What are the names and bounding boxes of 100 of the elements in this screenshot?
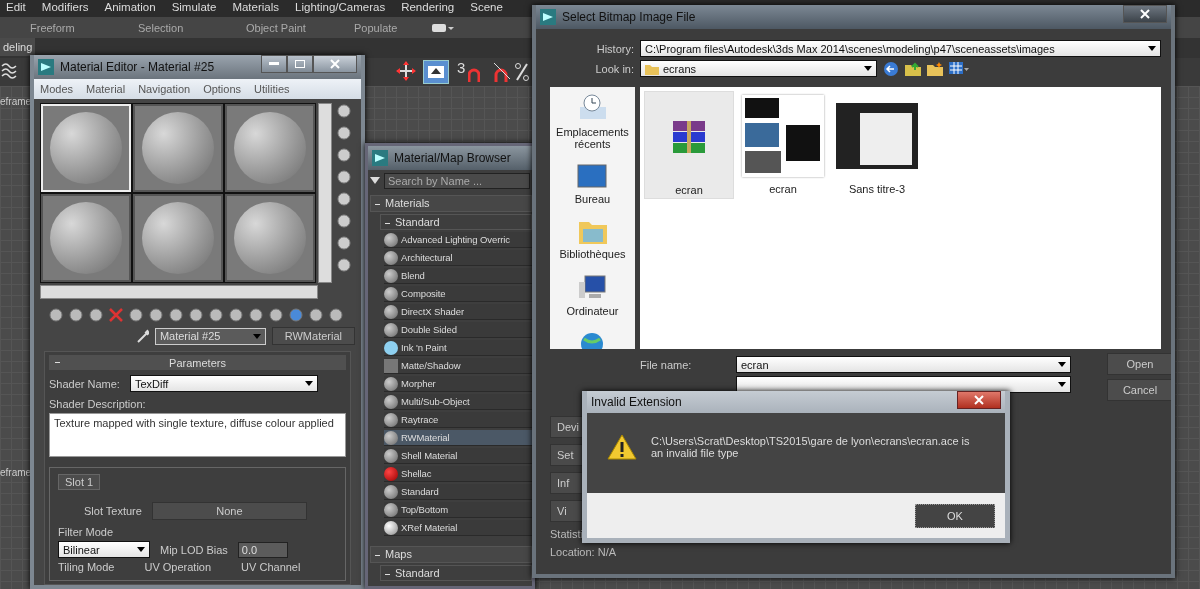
- material-name-field[interactable]: Material #25: [154, 327, 266, 345]
- material-list-item[interactable]: Ink 'n Paint: [384, 340, 532, 356]
- menu-item[interactable]: Utilities: [254, 83, 290, 95]
- menu-item[interactable]: Rendering: [401, 0, 455, 17]
- menu-item[interactable]: Lighting/Cameras: [295, 0, 386, 17]
- menu-item[interactable]: Scene: [470, 0, 503, 17]
- sphere-icon[interactable]: [288, 307, 304, 323]
- material-list-item[interactable]: Advanced Lighting Overric: [384, 232, 532, 248]
- close-button[interactable]: [957, 391, 1001, 409]
- menu-item[interactable]: Modifiers: [41, 0, 89, 17]
- material-list-item[interactable]: XRef Material: [384, 520, 532, 536]
- menu-item[interactable]: Options: [203, 83, 242, 95]
- material-list-item[interactable]: Standard: [384, 484, 532, 500]
- subgroup-header[interactable]: Standard: [380, 214, 532, 230]
- menu-item[interactable]: Edit: [6, 0, 26, 17]
- material-list-item[interactable]: Double Sided: [384, 322, 532, 338]
- rollout-header[interactable]: Parameters: [49, 355, 346, 370]
- folder-up-icon[interactable]: [905, 60, 921, 77]
- sphere-icon[interactable]: [336, 147, 352, 163]
- ribbon-tab[interactable]: Freeform: [30, 21, 138, 34]
- ribbon-tab[interactable]: Populate: [354, 21, 462, 34]
- material-list-item[interactable]: Top/Bottom: [384, 502, 532, 518]
- material-list-item[interactable]: Shell Material: [384, 448, 532, 464]
- mip-lod-bias-field[interactable]: 0.0: [237, 541, 288, 558]
- sphere-icon[interactable]: [248, 307, 264, 323]
- material-type-button[interactable]: RWMaterial: [271, 327, 355, 345]
- material-list-item[interactable]: Composite: [384, 286, 532, 302]
- network-icon[interactable]: [579, 331, 606, 349]
- sphere-icon[interactable]: [168, 307, 184, 323]
- sphere-icon[interactable]: [268, 307, 284, 323]
- file-name-field[interactable]: ecran: [736, 356, 1071, 373]
- material-list-item[interactable]: Blend: [384, 268, 532, 284]
- ribbon-tab[interactable]: Selection: [138, 21, 246, 34]
- shader-description-field[interactable]: Texture mapped with single texture, diffuse colour applied: [49, 413, 346, 457]
- ok-button[interactable]: OK: [915, 503, 995, 528]
- material-list-item[interactable]: Multi/Sub-Object: [384, 394, 532, 410]
- sphere-icon[interactable]: [336, 125, 352, 141]
- dropdown-icon[interactable]: [432, 22, 454, 33]
- menu-item[interactable]: Animation: [104, 0, 156, 17]
- view-menu-icon[interactable]: [949, 61, 969, 76]
- percent-icon[interactable]: [514, 60, 530, 84]
- sphere-icon[interactable]: [228, 307, 244, 323]
- cancel-button[interactable]: Cancel: [1107, 379, 1171, 401]
- file-type-select[interactable]: [736, 376, 1071, 393]
- subgroup-header[interactable]: Standard: [380, 565, 532, 581]
- sphere-icon[interactable]: [148, 307, 164, 323]
- search-field[interactable]: Search by Name ...: [384, 173, 530, 189]
- sphere-icon[interactable]: [336, 213, 352, 229]
- menu-item[interactable]: Navigation: [138, 83, 191, 95]
- material-list-item[interactable]: RWMaterial: [384, 430, 532, 446]
- sphere-icon[interactable]: [188, 307, 204, 323]
- dropdown-icon[interactable]: [370, 177, 380, 185]
- sphere-icon[interactable]: [308, 307, 324, 323]
- scrollbar[interactable]: [40, 285, 318, 299]
- wave-icon[interactable]: [0, 60, 18, 82]
- file-item[interactable]: ecran: [644, 91, 734, 199]
- menu-item[interactable]: Simulate: [171, 0, 217, 17]
- close-button[interactable]: [313, 55, 357, 73]
- material-list-item[interactable]: Morpher: [384, 376, 532, 392]
- filter-mode-select[interactable]: Bilinear: [58, 541, 150, 558]
- sphere-icon[interactable]: [48, 307, 64, 323]
- sphere-icon[interactable]: [336, 257, 352, 273]
- scrollbar[interactable]: [318, 103, 332, 283]
- close-button[interactable]: [1123, 5, 1167, 23]
- material-list-item[interactable]: Raytrace: [384, 412, 532, 428]
- minimize-button[interactable]: [261, 55, 287, 73]
- sphere-icon[interactable]: [88, 307, 104, 323]
- file-item[interactable]: Sans titre-3: [832, 91, 922, 199]
- group-header[interactable]: Maps: [370, 546, 532, 563]
- back-icon[interactable]: [883, 60, 899, 77]
- material-slot[interactable]: [41, 194, 131, 282]
- sphere-icon[interactable]: [328, 307, 344, 323]
- history-select[interactable]: C:\Program files\Autodesk\3ds Max 2014\scenes\modeling\p47\sceneassets\images: [640, 40, 1161, 57]
- open-button[interactable]: Open: [1107, 353, 1171, 375]
- menu-item[interactable]: Materials: [232, 0, 280, 17]
- slot-tab[interactable]: Slot 1: [58, 474, 101, 490]
- menu-item[interactable]: Material: [86, 83, 126, 95]
- material-slot[interactable]: [225, 104, 315, 192]
- sphere-icon[interactable]: [68, 307, 84, 323]
- place-shortcut[interactable]: Bureau: [574, 164, 611, 205]
- material-slot[interactable]: [133, 104, 223, 192]
- snap-toggle-icon[interactable]: [423, 60, 449, 84]
- sphere-icon[interactable]: [336, 235, 352, 251]
- place-shortcut[interactable]: Ordinateur: [566, 274, 619, 317]
- material-slot[interactable]: [133, 194, 223, 282]
- place-shortcut[interactable]: Bibliothèques: [559, 219, 626, 260]
- sphere-icon[interactable]: [336, 103, 352, 119]
- sphere-icon[interactable]: [336, 169, 352, 185]
- file-item[interactable]: ecran: [738, 91, 828, 199]
- material-list-item[interactable]: Matte/Shadow: [384, 358, 532, 374]
- place-shortcut[interactable]: Emplacements récents: [552, 93, 633, 150]
- new-folder-icon[interactable]: [927, 60, 943, 77]
- ribbon-tab[interactable]: Object Paint: [246, 21, 354, 34]
- sphere-icon[interactable]: [336, 191, 352, 207]
- material-list-item[interactable]: Shellac: [384, 466, 532, 482]
- material-slot[interactable]: [225, 194, 315, 282]
- slot-texture-button[interactable]: None: [151, 502, 307, 520]
- menu-item[interactable]: Modes: [40, 83, 74, 95]
- material-list-item[interactable]: Architectural: [384, 250, 532, 266]
- move-icon[interactable]: [395, 60, 417, 82]
